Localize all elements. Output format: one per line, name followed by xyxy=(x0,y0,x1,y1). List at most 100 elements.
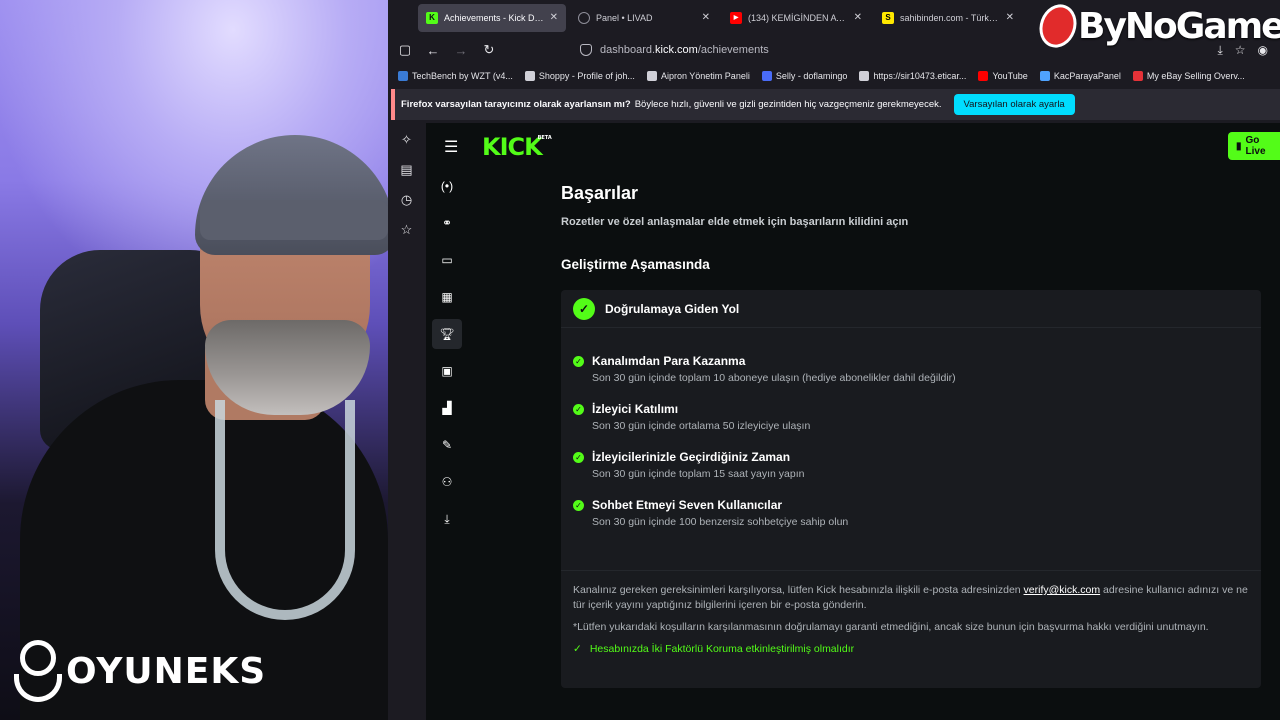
list-item: ✓ Kanalımdan Para Kazanma Son 30 gün içi… xyxy=(573,354,1261,384)
disclaimer: *Lütfen yukarıdaki koşulların karşılanma… xyxy=(573,621,1209,633)
streamer-cap-brim xyxy=(200,200,388,240)
link-icon[interactable]: ⚭ xyxy=(432,208,462,238)
requirement-title: İzleyicilerinizle Geçirdiğiniz Zaman xyxy=(592,450,791,464)
streamer-logo: OYUNEKS xyxy=(14,640,266,702)
bookmark-item[interactable]: KacParayaPanel xyxy=(1039,71,1121,81)
kick-logo[interactable]: KICK BETA xyxy=(482,133,552,161)
beta-badge: BETA xyxy=(537,135,552,141)
bookmark-item[interactable]: My eBay Selling Overv... xyxy=(1132,71,1245,81)
bookmark-item[interactable]: https://sir10473.eticar... xyxy=(859,71,966,81)
url-text: dashboard.kick.com/achievements xyxy=(600,44,769,56)
card-header: ✓ Doğrulamaya Giden Yol xyxy=(561,290,1261,328)
analytics-icon[interactable]: ▦ xyxy=(432,282,462,312)
video-icon[interactable]: ▣ xyxy=(432,356,462,386)
tab-sahibinden[interactable]: S sahibinden.com - Türkiye'nin ✕ xyxy=(874,4,1022,32)
two-factor-requirement: ✓ Hesabınızda İki Faktörlü Koruma etkinl… xyxy=(573,643,1249,655)
tracking-shield-icon[interactable] xyxy=(580,44,592,56)
achievements-content: Başarılar Rozetler ve özel anlaşmalar el… xyxy=(561,183,1261,688)
card-title: Doğrulamaya Giden Yol xyxy=(605,301,740,316)
bookmarks-icon[interactable]: ☆ xyxy=(401,222,413,238)
check-circle-icon: ✓ xyxy=(573,356,584,367)
close-icon[interactable]: ✕ xyxy=(702,12,710,23)
section-title: Geliştirme Aşamasında xyxy=(561,257,710,272)
users-icon[interactable]: ⚇ xyxy=(432,467,462,497)
tab-label: Achievements - Kick Dashboard xyxy=(444,12,544,23)
bookmark-favicon-icon xyxy=(524,71,535,81)
verify-instructions: Kanalınız gereken gereksinimleri karşılı… xyxy=(573,584,1248,611)
bookmark-label: My eBay Selling Overv... xyxy=(1146,71,1245,81)
firefox-sidebar: ✧ ▤ ◷ ☆ xyxy=(388,122,425,720)
bookmark-label: https://sir10473.eticar... xyxy=(873,71,967,81)
default-browser-infobar: Firefox varsayılan tarayıcınız olarak ay… xyxy=(391,89,1280,120)
bookmark-favicon-icon xyxy=(1132,71,1143,81)
tab-label: sahibinden.com - Türkiye'nin xyxy=(900,12,1000,23)
sahibinden-favicon-icon: S xyxy=(882,11,894,24)
bookmark-label: YouTube xyxy=(992,71,1028,81)
youtube-favicon-icon: ▶ xyxy=(730,11,742,24)
requirement-title: İzleyici Katılımı xyxy=(592,402,679,416)
bookmark-favicon-icon xyxy=(1039,71,1050,81)
chart-icon[interactable]: ▟ xyxy=(432,393,462,423)
back-arrow-icon[interactable]: ← xyxy=(426,43,440,58)
bookmark-label: Shoppy - Profile of joh... xyxy=(538,71,635,81)
bookmark-label: KacParayaPanel xyxy=(1053,71,1121,81)
history-icon[interactable]: ◷ xyxy=(401,192,412,208)
requirement-desc: Son 30 gün içinde 100 benzersiz sohbetçi… xyxy=(592,516,849,528)
tab-achievements[interactable]: K Achievements - Kick Dashboard ✕ xyxy=(418,3,566,32)
verified-badge-icon: ✓ xyxy=(573,297,595,320)
bookmark-item[interactable]: Aipron Yönetim Paneli xyxy=(646,71,750,81)
streamer-chain xyxy=(215,400,355,620)
requirements-list: ✓ Kanalımdan Para Kazanma Son 30 gün içi… xyxy=(561,328,1261,528)
close-icon[interactable]: ✕ xyxy=(854,12,862,23)
bookmark-favicon-icon xyxy=(859,71,870,81)
bookmark-favicon-icon xyxy=(978,71,989,81)
bookmark-label: TechBench by WZT (v4... xyxy=(412,71,513,81)
go-live-button[interactable]: ▮ Go Live xyxy=(1228,132,1280,160)
close-icon[interactable]: ✕ xyxy=(1006,12,1014,23)
tab-youtube[interactable]: ▶ (134) KEMİGİNDEN AYRILAN ✕ xyxy=(722,4,870,32)
two-factor-text: Hesabınızda İki Faktörlü Koruma etkinleş… xyxy=(589,643,855,655)
synced-tabs-icon[interactable]: ▤ xyxy=(400,162,412,178)
verify-email-link[interactable]: verify@kick.com xyxy=(1024,584,1101,596)
trophy-icon[interactable]: 🏆︎ xyxy=(432,319,462,349)
browser-window: K Achievements - Kick Dashboard ✕ Panel … xyxy=(388,0,1280,720)
verification-card: ✓ Doğrulamaya Giden Yol ✓ Kanalımdan Par… xyxy=(561,290,1261,688)
wrench-icon[interactable]: ✎ xyxy=(432,430,462,460)
bookmarks-bar: TechBench by WZT (v4... Shoppy - Profile … xyxy=(388,65,1280,87)
close-icon[interactable]: ✕ xyxy=(550,12,558,23)
go-live-label: Go Live xyxy=(1245,135,1266,157)
requirement-desc: Son 30 gün içinde toplam 15 saat yayın y… xyxy=(592,468,805,480)
check-circle-icon: ✓ xyxy=(573,500,584,511)
download-tray-icon[interactable]: ⤓ xyxy=(432,504,462,534)
tab-label: (134) KEMİGİNDEN AYRILAN xyxy=(748,12,848,23)
streamer-logo-text: OYUNEKS xyxy=(66,650,267,692)
bookmark-item[interactable]: Selly - doflamingo xyxy=(761,71,847,81)
ai-sparkle-icon[interactable]: ✧ xyxy=(401,132,412,148)
bookmark-favicon-icon xyxy=(398,71,408,81)
requirement-desc: Son 30 gün içinde toplam 10 aboneye ulaş… xyxy=(592,372,956,384)
hamburger-menu-icon[interactable]: ☰ xyxy=(444,137,460,157)
sidebar-toggle-icon[interactable]: ▢ xyxy=(398,42,412,58)
bynogame-watermark: ByNoGame xyxy=(1033,0,1280,53)
stream-icon[interactable]: (•) xyxy=(432,171,462,201)
kick-header: ☰ KICK BETA xyxy=(426,123,1280,171)
bookmark-item[interactable]: Shoppy - Profile of joh... xyxy=(524,71,635,81)
set-default-button[interactable]: Varsayılan olarak ayarla xyxy=(953,94,1075,115)
bookmark-item[interactable]: YouTube xyxy=(978,71,1028,81)
reload-icon[interactable]: ↻ xyxy=(482,42,496,58)
requirement-desc: Son 30 gün içinde ortalama 50 izleyiciye… xyxy=(592,420,811,432)
bookmark-item[interactable]: TechBench by WZT (v4... xyxy=(398,71,513,81)
forward-arrow-icon[interactable]: → xyxy=(454,43,468,58)
check-circle-icon: ✓ xyxy=(573,452,584,463)
page-title: Başarılar xyxy=(561,183,639,203)
webcam-feed: OYUNEKS xyxy=(0,0,388,720)
bookmark-label: Aipron Yönetim Paneli xyxy=(660,71,750,81)
globe-favicon-icon xyxy=(578,11,590,24)
checkmark-icon: ✓ xyxy=(573,643,582,655)
window-icon[interactable]: ▭ xyxy=(432,245,462,275)
bookmark-favicon-icon xyxy=(761,71,772,81)
card-footer: Kanalınız gereken gereksinimleri karşılı… xyxy=(561,570,1261,655)
address-bar[interactable]: dashboard.kick.com/achievements xyxy=(580,44,769,56)
list-item: ✓ İzleyici Katılımı Son 30 gün içinde or… xyxy=(573,402,1261,432)
tab-panel[interactable]: Panel • LIVAD ✕ xyxy=(570,4,718,32)
